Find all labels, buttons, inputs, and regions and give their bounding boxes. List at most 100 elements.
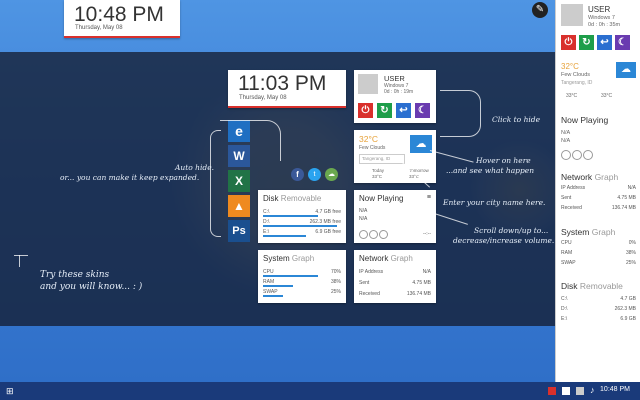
twitter-icon[interactable]: t — [308, 168, 321, 181]
note-hover: Hover on here — [476, 156, 531, 165]
cloud-icon[interactable]: ☁ — [325, 168, 338, 181]
ram-bar — [263, 285, 293, 287]
disk-c-bar — [263, 215, 318, 217]
tray-icon-1[interactable] — [548, 387, 556, 395]
cpu-bar — [263, 275, 318, 277]
sidebar-weather-cloud-icon: ☁ — [616, 62, 636, 78]
excel-icon[interactable]: X — [228, 170, 250, 192]
tray-volume-icon[interactable]: ♪ — [590, 385, 595, 395]
note-click-hide: Click to hide — [492, 115, 541, 124]
disk-d-bar — [263, 225, 338, 227]
annotation-tick — [14, 255, 28, 268]
sidebar-now-playing-artist: N/A — [561, 130, 571, 136]
skin-clock-date: Thursday, May 08 — [239, 95, 287, 101]
network-recv-label: Received — [359, 291, 380, 297]
network-recv-value: 136.74 MB — [406, 291, 431, 297]
ram-value: 38% — [330, 279, 341, 285]
note-scroll-2: decrease/increase volume. — [453, 236, 555, 245]
weather-temp: 32°C — [359, 134, 378, 144]
sidebar-now-playing-title: Now Playing — [561, 115, 609, 125]
now-playing-artist: N/A — [359, 208, 368, 214]
sidebar-user-uptime: 0d : 0h : 35m — [588, 22, 621, 28]
sidebar-system-title: System Graph — [561, 227, 616, 237]
sleep-button[interactable]: ☾ — [415, 103, 430, 118]
note-auto-hide: Auto hide. — [175, 163, 215, 172]
sidebar-disk-e-value: 6.9 GB — [620, 316, 636, 322]
sidebar-prev-button[interactable] — [561, 150, 571, 160]
sidebar-swap-value: 25% — [625, 260, 636, 266]
system-title: System Graph — [263, 254, 315, 263]
network-title: Network Graph — [359, 254, 413, 263]
start-button[interactable]: ⊞ — [6, 386, 16, 396]
skin-user-card: USER Windows 7 0d : 0h : 19m ⏻ ↻ ↩ ☾ — [354, 70, 436, 123]
sidebar-network-ip-label: IP Address — [561, 185, 586, 191]
sidebar-disk-d-label: D:\ — [561, 306, 568, 312]
app-logo-icon[interactable]: ✎ — [532, 2, 548, 18]
now-playing-time: --:-- — [422, 231, 431, 237]
now-playing-track: N/A — [359, 216, 368, 222]
restart-button[interactable]: ↻ — [377, 103, 392, 118]
taskbar-clock[interactable]: 10:48 PM — [600, 386, 630, 393]
sidebar-weather-cond: Few Clouds — [561, 72, 591, 78]
disk-e-free: 6.9 GB free — [315, 229, 341, 235]
sidebar-cpu-label: CPU — [561, 240, 572, 246]
annotation-arrow-hide — [440, 90, 481, 137]
sidebar-now-playing-track: N/A — [561, 138, 571, 144]
now-playing-widget: Now Playing ≡ N/A N/A --:-- — [354, 190, 436, 243]
note-city: Enter your city name here. — [443, 198, 546, 207]
sidebar-weather-tomorrow: 33°C — [601, 93, 613, 99]
facebook-icon[interactable]: f — [291, 168, 304, 181]
disk-widget: Disk Removable C:\ 4.7 GB free D:\ 262.3… — [258, 190, 346, 243]
right-sidebar: USER Windows 7 0d : 0h : 35m ⏻ ↻ ↩ ☾ 32°… — [555, 0, 640, 382]
disk-e-bar — [263, 235, 306, 237]
sidebar-network-recv-value: 136.74 MB — [611, 205, 636, 211]
sidebar-logoff-button[interactable]: ↩ — [597, 35, 612, 50]
sidebar-sleep-button[interactable]: ☾ — [615, 35, 630, 50]
weather-condition: Few Clouds — [359, 145, 386, 151]
photoshop-icon[interactable]: Ps — [228, 220, 250, 242]
user-avatar — [358, 74, 378, 94]
vlc-icon[interactable]: ▲ — [228, 195, 250, 217]
logoff-button[interactable]: ↩ — [396, 103, 411, 118]
network-ip-value: N/A — [422, 269, 431, 275]
user-uptime: 0d : 0h : 19m — [384, 89, 414, 95]
sidebar-user-avatar — [561, 4, 583, 26]
sidebar-shutdown-button[interactable]: ⏻ — [561, 35, 576, 50]
shutdown-button[interactable]: ⏻ — [358, 103, 373, 118]
sidebar-restart-button[interactable]: ↻ — [579, 35, 594, 50]
prev-button[interactable] — [359, 230, 368, 239]
swap-value: 25% — [330, 289, 341, 295]
note-hover-2: ...and see what happen — [446, 166, 535, 175]
sidebar-network-ip-value: N/A — [627, 185, 636, 191]
user-name: USER — [384, 74, 405, 83]
top-clock-date: Thursday, May 08 — [75, 25, 123, 31]
system-widget: System Graph CPU 70% RAM 38% SWAP 25% — [258, 250, 346, 303]
network-ip-label: IP Address — [359, 269, 384, 275]
tray-icon-3[interactable] — [576, 387, 584, 395]
sidebar-network-title: Network Graph — [561, 172, 619, 182]
weather-cloud-icon: ☁ — [410, 135, 432, 153]
now-playing-menu-icon[interactable]: ≡ — [427, 194, 431, 201]
sidebar-next-button[interactable] — [583, 150, 593, 160]
sidebar-disk-e-label: E:\ — [561, 316, 568, 322]
disk-title: Disk Removable — [263, 194, 322, 203]
sidebar-weather-city[interactable]: Tangerang, ID — [561, 80, 592, 86]
weather-today-temp: 33°C — [372, 174, 383, 179]
cpu-value: 70% — [330, 269, 341, 275]
sidebar-disk-title: Disk Removable — [561, 281, 623, 291]
next-button[interactable] — [379, 230, 388, 239]
taskbar: ⊞ ♪ 10:48 PM — [0, 382, 640, 400]
skin-clock-time: 11:03 PM — [238, 72, 327, 95]
disk-c-free: 4.7 GB free — [315, 209, 341, 215]
sidebar-network-recv-label: Received — [561, 205, 582, 211]
note-keep-expanded: or... you can make it keep expanded. — [60, 173, 200, 182]
top-clock-widget: 10:48 PM Thursday, May 08 — [64, 0, 180, 38]
play-button[interactable] — [369, 230, 378, 239]
weather-city-input[interactable]: Tangerang, ID — [359, 154, 405, 164]
sidebar-play-button[interactable] — [572, 150, 582, 160]
sidebar-weather-today: 33°C — [566, 93, 578, 99]
network-sent-label: Sent — [359, 280, 370, 286]
weather-today-label: Today — [372, 168, 385, 173]
tray-icon-2[interactable] — [562, 387, 570, 395]
sidebar-weather-temp: 32°C — [561, 62, 579, 71]
